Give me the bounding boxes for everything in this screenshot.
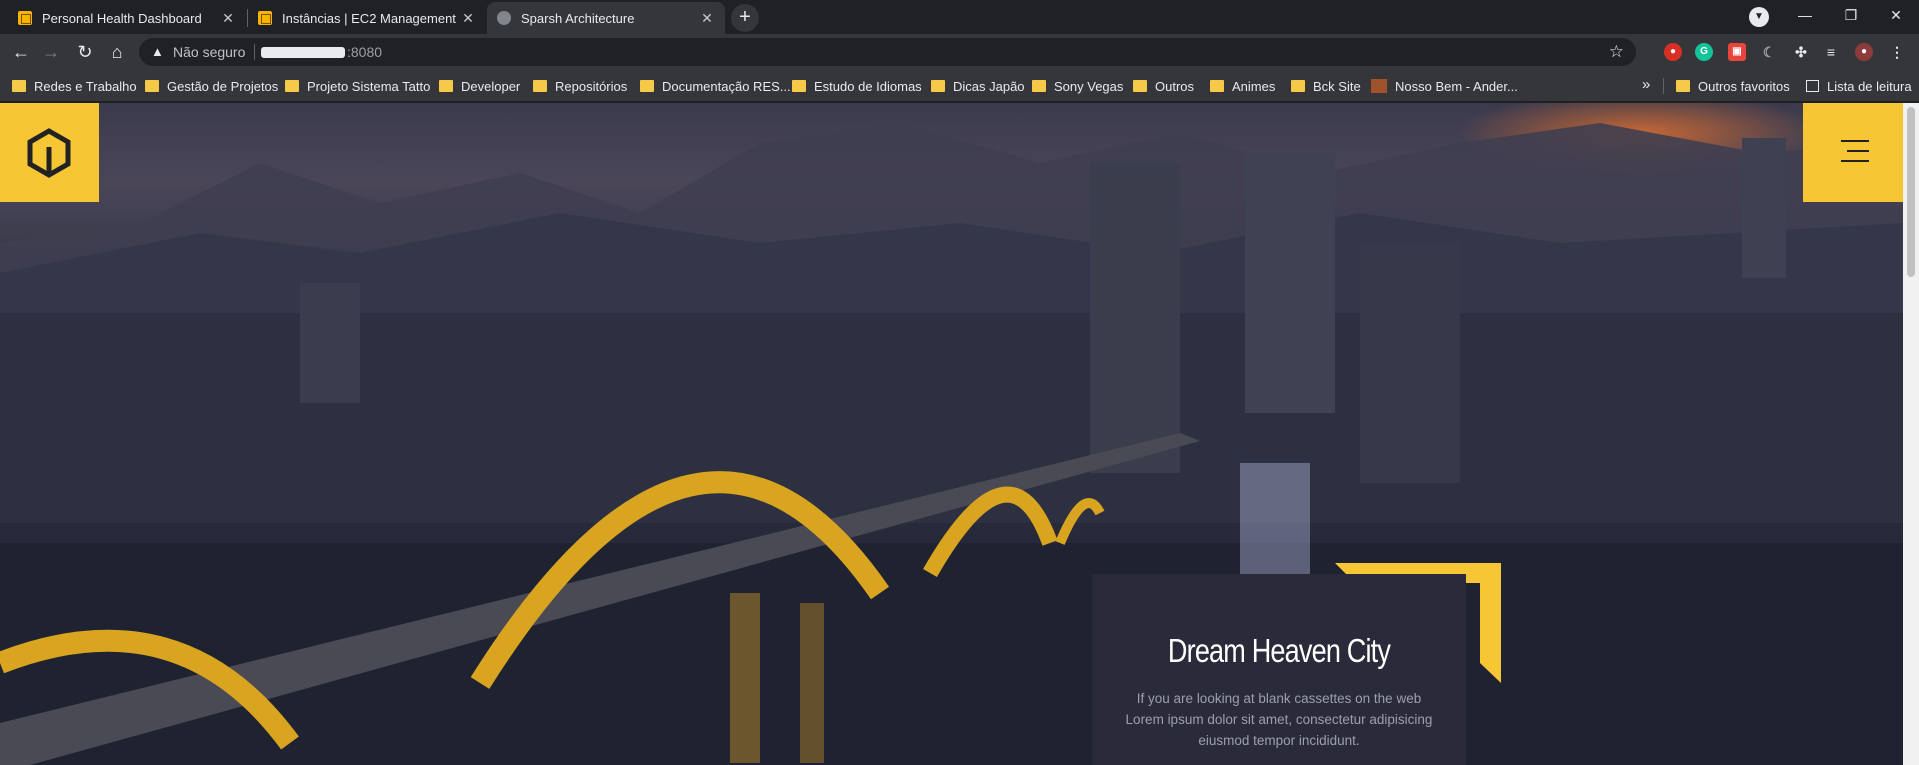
folder-icon <box>1210 80 1224 92</box>
menu-line-icon <box>1841 160 1869 162</box>
back-button[interactable]: ← <box>8 39 34 65</box>
page-viewport: Dream Heaven City If you are looking at … <box>0 103 1919 765</box>
extensions-puzzle-icon[interactable]: ✣ <box>1792 43 1810 61</box>
home-button[interactable]: ⌂ <box>104 39 130 65</box>
tab-sparsh-architecture[interactable]: Sparsh Architecture ✕ <box>487 2 725 34</box>
grammarly-icon[interactable]: G <box>1695 43 1713 61</box>
folder-icon <box>145 80 159 92</box>
tab-title: Sparsh Architecture <box>521 10 635 26</box>
reading-list-button[interactable]: Lista de leitura <box>1806 77 1912 95</box>
browser-toolbar: ← → ↻ ⌂ ▲ Não seguro :8080 ☆ ● G ▣ ☾ ✣ ≡… <box>0 34 1919 70</box>
bookmark-folder[interactable]: Redes e Trabalho <box>12 77 137 95</box>
restore-button[interactable]: ❐ <box>1828 0 1874 30</box>
folder-icon <box>792 80 806 92</box>
tab-close-icon[interactable]: ✕ <box>699 10 715 27</box>
minimize-button[interactable]: — <box>1782 0 1828 30</box>
tab-title: Personal Health Dashboard <box>42 10 202 26</box>
menu-line-icon <box>1847 150 1869 152</box>
tab-personal-health-dashboard[interactable]: Personal Health Dashboard ✕ <box>8 2 246 34</box>
aws-box-icon <box>258 11 272 25</box>
folder-icon <box>533 80 547 92</box>
menu-line-icon <box>1841 140 1869 142</box>
aws-box-icon <box>18 11 32 25</box>
card-description: If you are looking at blank cassettes on… <box>1125 691 1433 748</box>
folder-icon <box>931 80 945 92</box>
city-illustration <box>0 123 1903 765</box>
forward-button[interactable]: → <box>38 39 64 65</box>
globe-icon <box>497 11 511 25</box>
page-scrollbar[interactable] <box>1903 103 1919 765</box>
bookmark-star-icon[interactable]: ☆ <box>1609 42 1624 62</box>
folder-icon <box>1291 80 1305 92</box>
tab-close-icon[interactable]: ✕ <box>220 10 236 27</box>
tab-ec2-management[interactable]: Instâncias | EC2 Management Co ✕ <box>248 2 486 34</box>
url-text[interactable]: :8080 <box>347 44 382 60</box>
bookmark-folder[interactable]: Documentação RES... <box>640 77 791 95</box>
folder-icon <box>1676 80 1690 92</box>
bookmark-folder[interactable]: Gestão de Projetos <box>145 77 278 95</box>
bookmark-link[interactable]: Nosso Bem - Ander... <box>1371 77 1518 95</box>
bookmark-folder[interactable]: Projeto Sistema Tatto <box>285 77 430 95</box>
bookmark-folder[interactable]: Animes <box>1210 77 1275 95</box>
tab-search-icon[interactable]: ▼ <box>1749 7 1769 27</box>
reload-button[interactable]: ↻ <box>72 39 98 65</box>
logo-icon <box>27 128 71 178</box>
extension-box-icon[interactable]: ▣ <box>1728 43 1746 61</box>
site-logo[interactable] <box>0 103 99 202</box>
hero-city-background: Dream Heaven City If you are looking at … <box>0 103 1903 765</box>
security-label[interactable]: Não seguro <box>173 44 245 60</box>
tab-close-icon[interactable]: ✕ <box>460 10 476 27</box>
redacted-host <box>261 47 345 58</box>
bookmarks-overflow-button[interactable]: » <box>1642 76 1650 93</box>
scrollbar-thumb[interactable] <box>1907 107 1915 277</box>
reading-queue-icon[interactable]: ≡ <box>1822 43 1840 61</box>
tab-title: Instâncias | EC2 Management Co <box>282 10 460 26</box>
close-window-button[interactable]: ✕ <box>1873 0 1919 30</box>
bookmark-folder-other[interactable]: Outros favoritos <box>1676 77 1790 95</box>
hamburger-menu-button[interactable] <box>1803 103 1903 202</box>
bookmark-folder[interactable]: Sony Vegas <box>1032 77 1123 95</box>
bookmark-folder[interactable]: Outros <box>1133 77 1194 95</box>
bookmark-folder[interactable]: Estudo de Idiomas <box>792 77 922 95</box>
folder-icon <box>1032 80 1046 92</box>
project-info-card: Dream Heaven City If you are looking at … <box>1092 574 1466 765</box>
more-menu-icon[interactable]: ⋮ <box>1888 43 1906 61</box>
bookmark-folder[interactable]: Developer <box>439 77 520 95</box>
bookmark-folder[interactable]: Repositórios <box>533 77 627 95</box>
bookmark-folder[interactable]: Bck Site <box>1291 77 1361 95</box>
folder-icon <box>640 80 654 92</box>
bookmarks-bar: Redes e Trabalho Gestão de Projetos Proj… <box>0 70 1919 102</box>
warning-icon[interactable]: ▲ <box>151 44 164 59</box>
tab-strip: Personal Health Dashboard ✕ Instâncias |… <box>0 0 1919 34</box>
card-title: Dream Heaven City <box>1167 632 1391 669</box>
folder-icon <box>12 80 26 92</box>
extension-moon-icon[interactable]: ☾ <box>1760 43 1778 61</box>
bookmark-folder[interactable]: Dicas Japão <box>931 77 1025 95</box>
folder-icon <box>439 80 453 92</box>
profile-avatar[interactable]: ● <box>1855 43 1873 61</box>
folder-icon <box>285 80 299 92</box>
folder-icon <box>1133 80 1147 92</box>
omnibox-divider <box>254 44 255 60</box>
new-tab-button[interactable]: + <box>731 4 759 32</box>
reading-list-icon <box>1806 80 1819 92</box>
extension-red-icon[interactable]: ● <box>1664 43 1682 61</box>
bookmarks-separator <box>1663 78 1664 94</box>
address-bar[interactable]: ▲ Não seguro :8080 ☆ <box>139 38 1636 66</box>
site-favicon-icon <box>1371 79 1387 93</box>
